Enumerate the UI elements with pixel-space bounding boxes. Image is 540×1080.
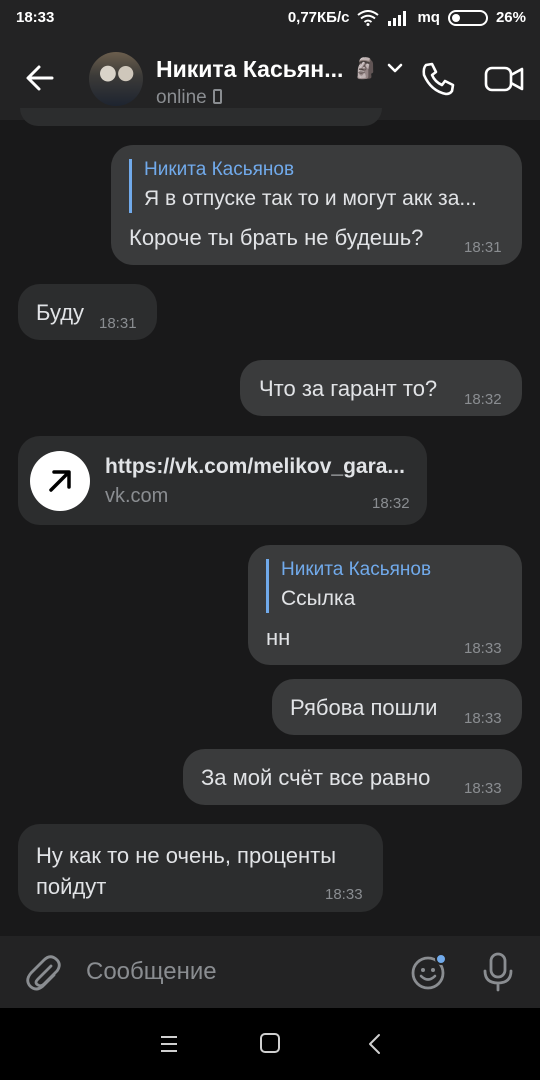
link-message-bubble[interactable]: https://vk.com/melikov_gara... vk.com 18… (18, 436, 427, 525)
message-text: Что за гарант то? (259, 376, 438, 401)
message-time: 18:31 (99, 315, 137, 332)
chevron-down-icon[interactable] (385, 58, 405, 78)
status-right: 0,77КБ/с mq 26% (288, 9, 526, 26)
phone-icon[interactable] (417, 58, 459, 100)
system-navigation-bar (0, 1008, 540, 1080)
battery-fill (451, 13, 461, 22)
link-open-button[interactable] (30, 451, 90, 511)
reply-quote[interactable]: Никита Касьянов Ссылка (266, 559, 506, 613)
online-status: online (156, 87, 222, 109)
wifi-icon (357, 9, 380, 26)
previous-message-bubble (20, 108, 382, 126)
message-input[interactable] (86, 954, 386, 990)
online-status-text: online (156, 87, 207, 108)
message-time: 18:33 (325, 886, 363, 903)
network-speed: 0,77КБ/с (287, 9, 350, 26)
message-time: 18:31 (464, 239, 502, 256)
video-camera-icon[interactable] (483, 60, 525, 98)
signal-icon (388, 10, 407, 26)
battery-icon (447, 9, 488, 26)
microphone-icon[interactable] (481, 951, 515, 993)
reply-quote[interactable]: Никита Касьянов Я в отпуске так то и мог… (129, 159, 501, 213)
message-text: Короче ты брать не будешь? (129, 225, 424, 250)
message-time: 18:33 (464, 780, 502, 797)
message-text: Буду (36, 300, 85, 325)
message-composer (0, 936, 540, 1008)
moai-emoji: 🗿 (353, 58, 378, 80)
message-text: нн (266, 625, 291, 650)
link-domain: vk.com (105, 485, 169, 507)
message-bubble[interactable]: Никита Касьянов Я в отпуске так то и мог… (111, 145, 522, 265)
message-bubble[interactable]: Никита Касьянов Ссылка нн 18:33 (248, 545, 522, 665)
message-bubble[interactable]: Рябова пошли 18:33 (272, 679, 522, 735)
status-bar: 18:33 0,77КБ/с mq 26% (0, 0, 540, 38)
mobile-icon (212, 89, 222, 104)
reply-author: Никита Касьянов (281, 559, 432, 580)
nav-back-icon[interactable] (363, 1032, 387, 1056)
battery-percent: 26% (495, 9, 526, 26)
link-url[interactable]: https://vk.com/melikov_gara... (105, 455, 417, 479)
avatar[interactable] (89, 52, 143, 106)
message-bubble[interactable]: Что за гарант то? 18:32 (240, 360, 522, 416)
reply-author: Никита Касьянов (144, 159, 295, 180)
arrow-up-right-icon (49, 470, 71, 492)
message-time: 18:32 (464, 391, 502, 408)
message-bubble[interactable]: За мой счёт все равно 18:33 (183, 749, 522, 805)
message-time: 18:33 (464, 640, 502, 657)
contact-name[interactable]: Никита Касьян... (156, 56, 343, 83)
home-square-icon[interactable] (259, 1032, 281, 1054)
smiley-icon[interactable] (410, 953, 448, 991)
status-time: 18:33 (16, 9, 55, 26)
message-text: Рябова пошли (290, 695, 438, 720)
carrier-label: mq (417, 9, 440, 26)
arrow-left-icon[interactable] (20, 58, 60, 98)
reply-text: Ссылка (281, 587, 356, 610)
message-text: За мой счёт все равно (201, 765, 431, 790)
message-bubble[interactable]: Ну как то не очень, проценты пойдут 18:3… (18, 824, 383, 912)
paperclip-icon[interactable] (24, 952, 62, 992)
menu-icon[interactable] (157, 1032, 181, 1056)
reply-text: Я в отпуске так то и могут акк за... (144, 187, 477, 210)
message-bubble[interactable]: Буду 18:31 (18, 284, 157, 340)
message-time: 18:33 (464, 710, 502, 727)
message-time: 18:32 (372, 495, 410, 512)
